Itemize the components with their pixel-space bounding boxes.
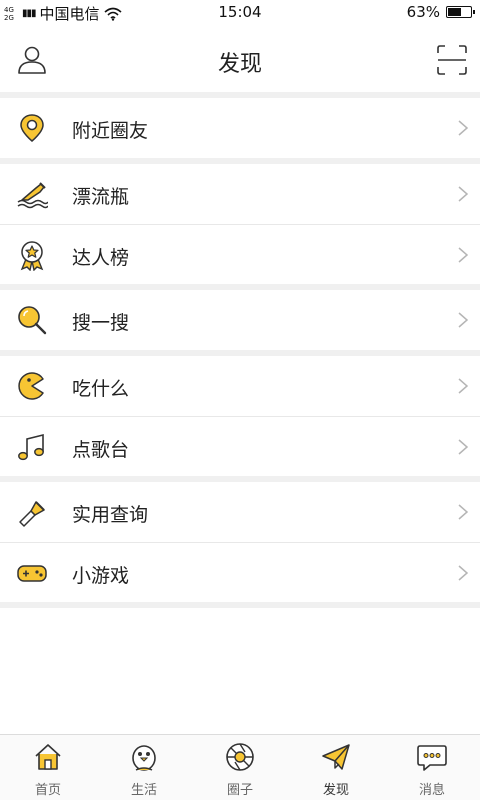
list-item-label: 达人榜: [72, 247, 130, 269]
home-icon: [35, 744, 61, 770]
list-item-label: 点歌台: [72, 439, 130, 461]
tab-item[interactable]: 首页: [0, 735, 96, 800]
list-item-label: 漂流瓶: [72, 186, 130, 208]
flashlight-icon: [19, 501, 45, 527]
list-item[interactable]: 小游戏: [0, 542, 480, 602]
discover-menu: 附近圈友 漂流瓶 达人榜 搜一搜 吃什么 点歌台 实用查询 小游戏: [0, 92, 480, 734]
tab-label: 发现: [322, 783, 349, 798]
tab-label: 消息: [418, 783, 445, 798]
search-magnifier-icon: [18, 306, 47, 335]
menu-group: 漂流瓶 达人榜: [0, 164, 480, 284]
list-item[interactable]: 吃什么: [0, 356, 480, 416]
menu-group: 实用查询 小游戏: [0, 482, 480, 602]
menu-group: 附近圈友: [0, 98, 480, 158]
drift-bottle-icon: [17, 182, 48, 209]
tab-item[interactable]: 生活: [96, 735, 192, 800]
battery-fill: [448, 8, 462, 16]
penguin-icon: [132, 745, 156, 771]
menu-group: 吃什么 点歌台: [0, 356, 480, 476]
tab-label: 生活: [130, 783, 157, 798]
tab-item[interactable]: 发现: [288, 735, 384, 800]
tab-item[interactable]: 圈子: [192, 735, 288, 800]
bottom-tab-bar: 首页 生活 圈子 发现 消息: [0, 734, 480, 800]
chevron-right-icon: [458, 439, 468, 455]
aperture-icon: [226, 743, 254, 771]
battery-icon: [446, 6, 475, 18]
page-title: 发现: [217, 52, 262, 77]
list-item[interactable]: 达人榜: [0, 224, 480, 284]
chat-bubble-icon: [417, 745, 447, 771]
chevron-right-icon: [458, 504, 468, 520]
list-item[interactable]: 附近圈友: [0, 98, 480, 158]
battery-percent: 63%: [406, 3, 440, 21]
list-item[interactable]: 点歌台: [0, 416, 480, 476]
status-right: 63%: [406, 3, 475, 21]
list-item-label: 附近圈友: [72, 120, 149, 142]
chevron-right-icon: [458, 378, 468, 394]
list-item[interactable]: 实用查询: [0, 482, 480, 542]
status-bar: 4G 2G ▮▮▮ 中国电信 15:04 63%: [0, 0, 480, 24]
location-pin-icon: [20, 114, 44, 142]
list-item-label: 搜一搜: [72, 312, 130, 334]
section-divider: [0, 602, 480, 608]
list-item-label: 吃什么: [72, 378, 130, 400]
list-item-label: 小游戏: [72, 565, 130, 587]
paper-plane-icon: [322, 744, 350, 770]
list-item[interactable]: 搜一搜: [0, 290, 480, 350]
nav-bar: 发现: [0, 24, 480, 92]
pacman-icon: [18, 372, 44, 400]
chevron-right-icon: [458, 312, 468, 328]
tab-item[interactable]: 消息: [384, 735, 480, 800]
chevron-right-icon: [458, 186, 468, 202]
medal-star-icon: [20, 241, 44, 271]
tab-label: 首页: [34, 783, 61, 798]
list-item-label: 实用查询: [72, 504, 149, 526]
music-note-icon: [18, 433, 44, 461]
scan-icon[interactable]: [436, 44, 468, 76]
chevron-right-icon: [458, 120, 468, 136]
tab-label: 圈子: [226, 783, 253, 798]
chevron-right-icon: [458, 247, 468, 263]
menu-group: 搜一搜: [0, 290, 480, 350]
gamepad-icon: [17, 565, 47, 582]
chevron-right-icon: [458, 565, 468, 581]
list-item[interactable]: 漂流瓶: [0, 164, 480, 224]
